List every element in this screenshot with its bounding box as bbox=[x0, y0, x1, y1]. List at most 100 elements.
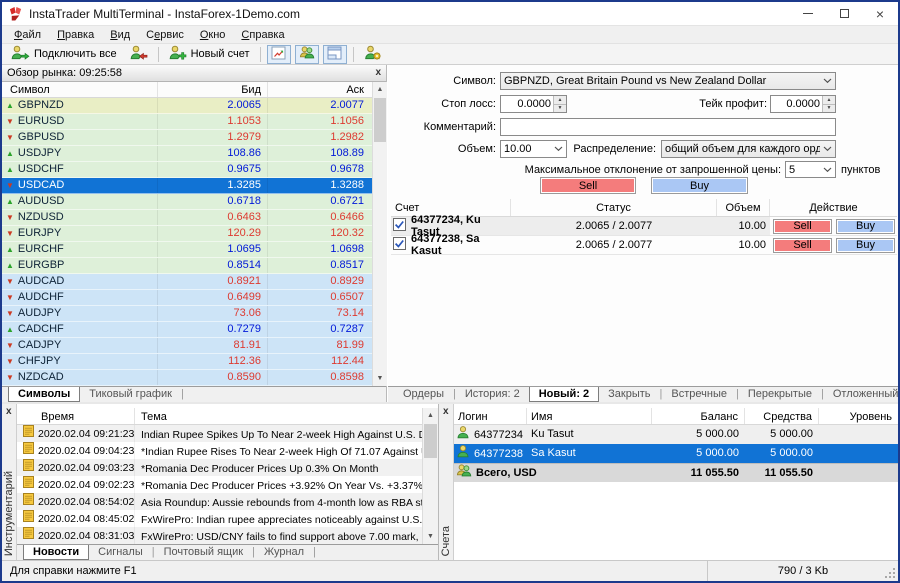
market-row-USDCAD[interactable]: ▼USDCAD1.32851.3288 bbox=[2, 178, 372, 194]
stop-loss-input[interactable]: 0.0000 ▲▼ bbox=[500, 95, 567, 113]
row-sell-button[interactable]: Sell bbox=[773, 219, 832, 234]
tab-Сигналы[interactable]: Сигналы bbox=[89, 545, 152, 560]
market-row-EURUSD[interactable]: ▼EURUSD1.10531.1056 bbox=[2, 114, 372, 130]
column-symbol[interactable]: Символ bbox=[2, 82, 158, 97]
disconnect-all-button[interactable] bbox=[124, 45, 153, 64]
order-account-row[interactable]: 64377238, Sa Kasut2.0065 / 2.007710.00Se… bbox=[391, 236, 897, 255]
tab-Закрыть[interactable]: Закрыть bbox=[599, 387, 659, 402]
market-row-AUDCAD[interactable]: ▼AUDCAD0.89210.8929 bbox=[2, 274, 372, 290]
tab-Ордеры[interactable]: Ордеры bbox=[394, 387, 453, 402]
scrollbar-thumb[interactable] bbox=[374, 98, 386, 142]
menu-item-Правка[interactable]: Правка bbox=[49, 28, 102, 42]
tab-Перекрытые[interactable]: Перекрытые bbox=[739, 387, 821, 402]
tab-История: 2[interactable]: История: 2 bbox=[456, 387, 529, 402]
scrollbar-thumb[interactable] bbox=[424, 424, 437, 458]
toolbox-toggle-button[interactable] bbox=[323, 45, 347, 64]
market-row-EURCHF[interactable]: ▲EURCHF1.06951.0698 bbox=[2, 242, 372, 258]
symbol-select[interactable]: GBPNZD, Great Britain Pound vs New Zeala… bbox=[500, 72, 836, 90]
news-row[interactable]: 2020.02.04 09:02:23*Romania Dec Producer… bbox=[17, 476, 422, 493]
menu-item-Сервис[interactable]: Сервис bbox=[138, 28, 192, 42]
news-scrollbar[interactable]: ▲ ▼ bbox=[422, 408, 438, 544]
checkbox-checked-icon[interactable] bbox=[393, 218, 406, 234]
scroll-down-icon[interactable]: ▼ bbox=[373, 371, 387, 386]
buy-button[interactable]: Buy bbox=[651, 177, 748, 194]
maximize-button[interactable] bbox=[826, 2, 862, 25]
tab-Новости[interactable]: Новости bbox=[23, 544, 89, 560]
column-status[interactable]: Статус bbox=[511, 199, 717, 216]
spin-up-icon[interactable]: ▲ bbox=[823, 96, 835, 104]
market-row-USDJPY[interactable]: ▲USDJPY108.86108.89 bbox=[2, 146, 372, 162]
tab-Почтовый ящик[interactable]: Почтовый ящик bbox=[155, 545, 252, 560]
column-action[interactable]: Действие bbox=[770, 199, 897, 216]
accounts-vertical-tab[interactable]: Счета bbox=[440, 526, 452, 556]
market-row-GBPNZD[interactable]: ▲GBPNZD2.00652.0077 bbox=[2, 98, 372, 114]
market-watch-toggle-button[interactable] bbox=[267, 45, 291, 64]
take-profit-input[interactable]: 0.0000 ▲▼ bbox=[770, 95, 836, 113]
sell-button[interactable]: Sell bbox=[540, 177, 636, 194]
comment-input[interactable] bbox=[500, 118, 836, 136]
scroll-up-icon[interactable]: ▲ bbox=[373, 82, 387, 97]
row-buy-button[interactable]: Buy bbox=[836, 238, 895, 253]
column-topic[interactable]: Тема bbox=[135, 408, 422, 424]
terminal-vertical-tab[interactable]: Инструментарий bbox=[3, 471, 15, 556]
market-row-NZDUSD[interactable]: ▼NZDUSD0.64630.6466 bbox=[2, 210, 372, 226]
tab-Символы[interactable]: Символы bbox=[8, 386, 80, 402]
news-row[interactable]: 2020.02.04 09:21:23Indian Rupee Spikes U… bbox=[17, 425, 422, 442]
market-row-EURJPY[interactable]: ▼EURJPY120.29120.32 bbox=[2, 226, 372, 242]
market-row-AUDCHF[interactable]: ▼AUDCHF0.64990.6507 bbox=[2, 290, 372, 306]
market-row-AUDJPY[interactable]: ▼AUDJPY73.0673.14 bbox=[2, 306, 372, 322]
tab-Отложенный: 2[interactable]: Отложенный: 2 bbox=[824, 387, 898, 402]
market-row-CHFJPY[interactable]: ▼CHFJPY112.36112.44 bbox=[2, 354, 372, 370]
column-balance[interactable]: Баланс bbox=[652, 408, 745, 424]
market-row-CADJPY[interactable]: ▼CADJPY81.9181.99 bbox=[2, 338, 372, 354]
menu-item-Файл[interactable]: Файл bbox=[6, 28, 49, 42]
close-panel-icon[interactable]: x bbox=[6, 407, 12, 417]
connect-all-button[interactable]: Подключить все bbox=[6, 45, 122, 64]
news-row[interactable]: 2020.02.04 08:31:03FxWirePro: USD/CNY fa… bbox=[17, 527, 422, 544]
market-row-CADCHF[interactable]: ▲CADCHF0.72790.7287 bbox=[2, 322, 372, 338]
scroll-down-icon[interactable]: ▼ bbox=[423, 529, 438, 544]
menu-item-Справка[interactable]: Справка bbox=[233, 28, 292, 42]
spin-down-icon[interactable]: ▼ bbox=[823, 104, 835, 113]
tab-Встречные[interactable]: Встречные bbox=[662, 387, 736, 402]
column-time[interactable]: Время bbox=[17, 408, 135, 424]
row-buy-button[interactable]: Buy bbox=[836, 219, 895, 234]
spin-up-icon[interactable]: ▲ bbox=[554, 96, 566, 104]
new-account-button[interactable]: Новый счет bbox=[164, 45, 255, 64]
market-row-USDCHF[interactable]: ▲USDCHF0.96750.9678 bbox=[2, 162, 372, 178]
market-row-EURGBP[interactable]: ▲EURGBP0.85140.8517 bbox=[2, 258, 372, 274]
spin-down-icon[interactable]: ▼ bbox=[554, 104, 566, 113]
news-row[interactable]: 2020.02.04 08:54:02Asia Roundup: Aussie … bbox=[17, 493, 422, 510]
scroll-up-icon[interactable]: ▲ bbox=[423, 408, 438, 423]
close-panel-icon[interactable]: x bbox=[375, 68, 381, 78]
column-equity[interactable]: Средства bbox=[745, 408, 819, 424]
news-row[interactable]: 2020.02.04 09:03:23*Romania Dec Producer… bbox=[17, 459, 422, 476]
column-volume[interactable]: Объем bbox=[717, 199, 770, 216]
accounts-toggle-button[interactable] bbox=[295, 45, 319, 64]
minimize-button[interactable] bbox=[790, 2, 826, 25]
account-row-64377238[interactable]: 64377238Sa Kasut5 000.005 000.00 bbox=[454, 444, 898, 463]
close-panel-icon[interactable]: x bbox=[443, 407, 449, 417]
resize-grip-icon[interactable] bbox=[893, 576, 895, 578]
close-button[interactable]: × bbox=[862, 2, 898, 25]
column-name[interactable]: Имя bbox=[527, 408, 652, 424]
menu-item-Окно[interactable]: Окно bbox=[192, 28, 234, 42]
menu-item-Вид[interactable]: Вид bbox=[102, 28, 138, 42]
distribution-select[interactable]: общий объем для каждого ордера bbox=[661, 140, 836, 158]
market-row-GBPUSD[interactable]: ▼GBPUSD1.29791.2982 bbox=[2, 130, 372, 146]
news-row[interactable]: 2020.02.04 08:45:02FxWirePro: Indian rup… bbox=[17, 510, 422, 527]
tab-Журнал[interactable]: Журнал bbox=[255, 545, 313, 560]
column-ask[interactable]: Аск bbox=[268, 82, 372, 97]
market-row-NZDCAD[interactable]: ▼NZDCAD0.85900.8598 bbox=[2, 370, 372, 386]
row-sell-button[interactable]: Sell bbox=[773, 238, 832, 253]
tab-Новый: 2[interactable]: Новый: 2 bbox=[529, 386, 599, 402]
column-login[interactable]: Логин bbox=[454, 408, 527, 424]
market-watch-scrollbar[interactable]: ▲ ▼ bbox=[372, 82, 387, 386]
column-level[interactable]: Уровень bbox=[819, 408, 898, 424]
news-row[interactable]: 2020.02.04 09:04:23*Indian Rupee Rises T… bbox=[17, 442, 422, 459]
deviation-select[interactable]: 5 bbox=[785, 161, 836, 178]
column-bid[interactable]: Бид bbox=[158, 82, 268, 97]
tab-Тиковый график[interactable]: Тиковый график bbox=[80, 387, 181, 402]
checkbox-checked-icon[interactable] bbox=[393, 237, 406, 253]
account-row-64377234[interactable]: 64377234Ku Tasut5 000.005 000.00 bbox=[454, 425, 898, 444]
